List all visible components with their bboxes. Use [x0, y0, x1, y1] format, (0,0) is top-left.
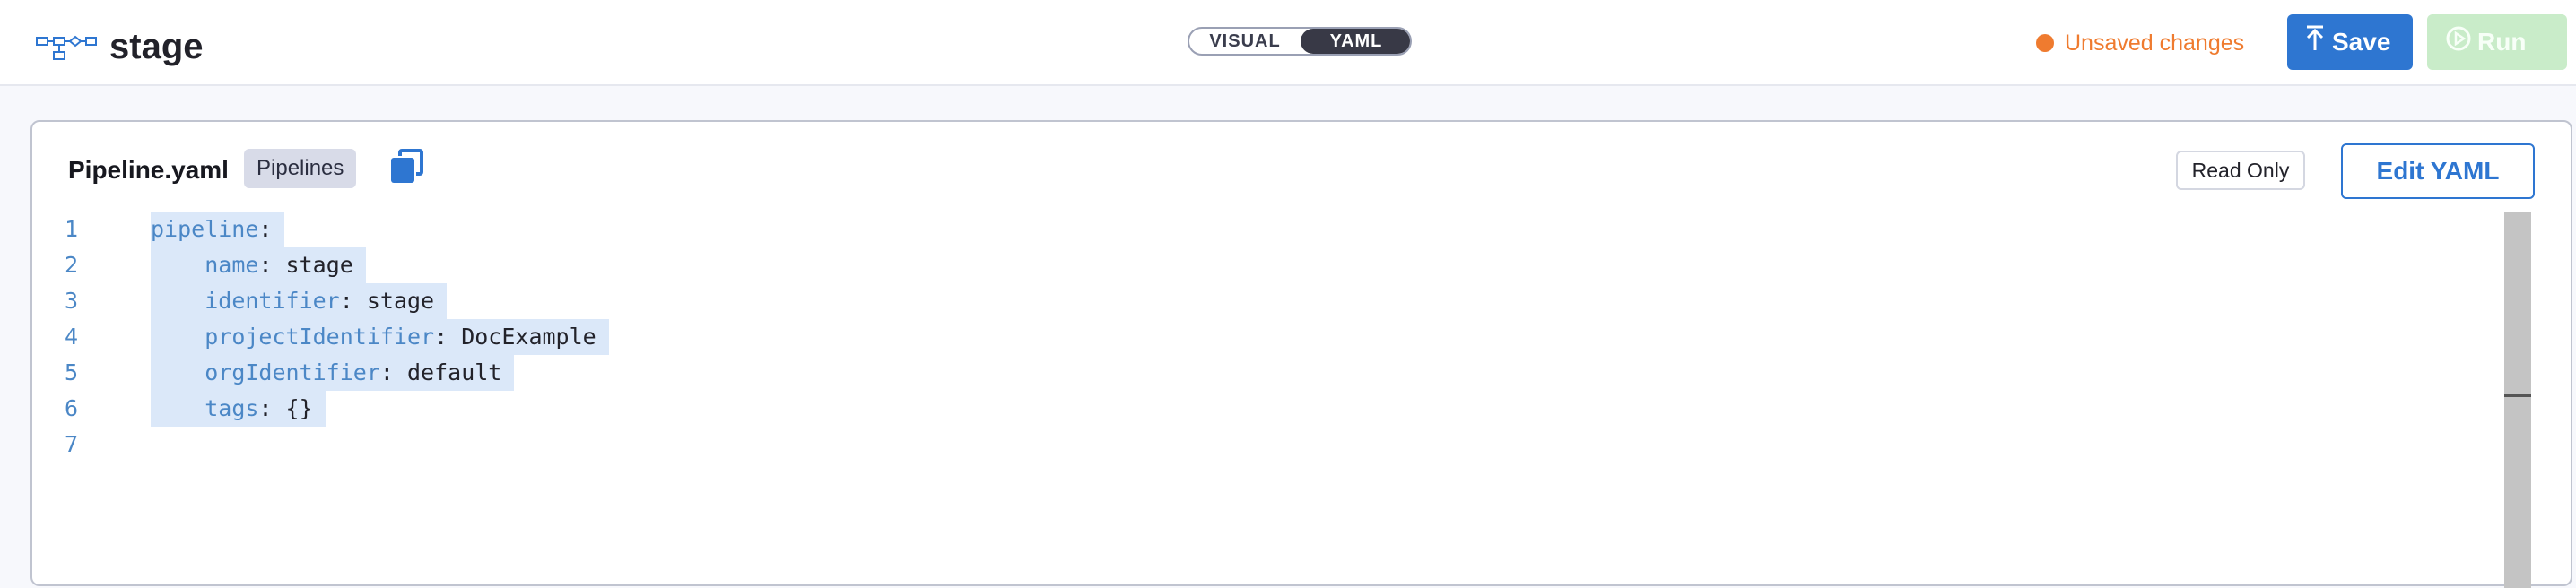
tab-visual[interactable]: VISUAL	[1189, 29, 1301, 54]
save-button[interactable]: Save	[2287, 14, 2413, 70]
line-number: 2	[65, 252, 79, 278]
code-content: identifier: stage	[151, 283, 448, 319]
yaml-key: name	[205, 252, 259, 278]
yaml-value: stage	[366, 288, 435, 314]
line-number: 6	[65, 395, 79, 421]
line-number: 7	[65, 431, 79, 457]
editor-scrollbar[interactable]	[2504, 212, 2531, 588]
scrollbar-marker	[2504, 394, 2531, 397]
line-number: 3	[65, 288, 79, 314]
file-tag: Pipelines	[244, 149, 357, 188]
status-dot-icon	[2036, 34, 2054, 52]
copy-icon[interactable]	[389, 149, 425, 185]
code-content: pipeline:	[151, 212, 285, 247]
yaml-key: pipeline	[151, 216, 259, 242]
page-title: stage	[109, 27, 204, 66]
code-content: orgIdentifier: default	[151, 355, 515, 391]
yaml-value: stage	[285, 252, 353, 278]
unsaved-status: Unsaved changes	[2036, 27, 2244, 59]
yaml-value: default	[407, 359, 502, 385]
yaml-editor-panel: Pipeline.yaml Pipelines Read Only Edit Y…	[30, 120, 2574, 588]
line-number: 5	[65, 359, 79, 385]
play-circle-icon	[2445, 16, 2477, 72]
read-only-badge: Read Only	[2176, 151, 2305, 190]
code-editor[interactable]: 1 pipeline: 2 name: stage 3 identifier: …	[32, 212, 2574, 588]
yaml-key: tags	[205, 395, 259, 421]
view-toggle[interactable]: VISUAL YAML	[1188, 27, 1412, 56]
yaml-key: orgIdentifier	[205, 359, 380, 385]
run-button[interactable]: Run	[2427, 14, 2567, 70]
code-content: name: stage	[151, 247, 366, 283]
line-number: 4	[65, 324, 79, 350]
file-name: Pipeline.yaml	[68, 156, 229, 184]
yaml-key: projectIdentifier	[205, 324, 435, 350]
line-number: 1	[65, 216, 79, 242]
yaml-value: {}	[285, 395, 313, 421]
unsaved-label: Unsaved changes	[2065, 30, 2245, 56]
run-label: Run	[2477, 28, 2527, 56]
yaml-value: DocExample	[461, 324, 596, 350]
pipeline-icon	[36, 35, 97, 60]
yaml-key: identifier	[205, 288, 340, 314]
code-content: tags: {}	[151, 391, 326, 427]
tab-yaml[interactable]: YAML	[1301, 29, 1410, 54]
save-label: Save	[2332, 28, 2391, 56]
code-content: projectIdentifier: DocExample	[151, 319, 609, 355]
top-bar: stage VISUAL YAML Unsaved changes Save R…	[0, 0, 2576, 86]
edit-yaml-button[interactable]: Edit YAML	[2341, 143, 2535, 199]
upload-icon	[2305, 16, 2332, 72]
